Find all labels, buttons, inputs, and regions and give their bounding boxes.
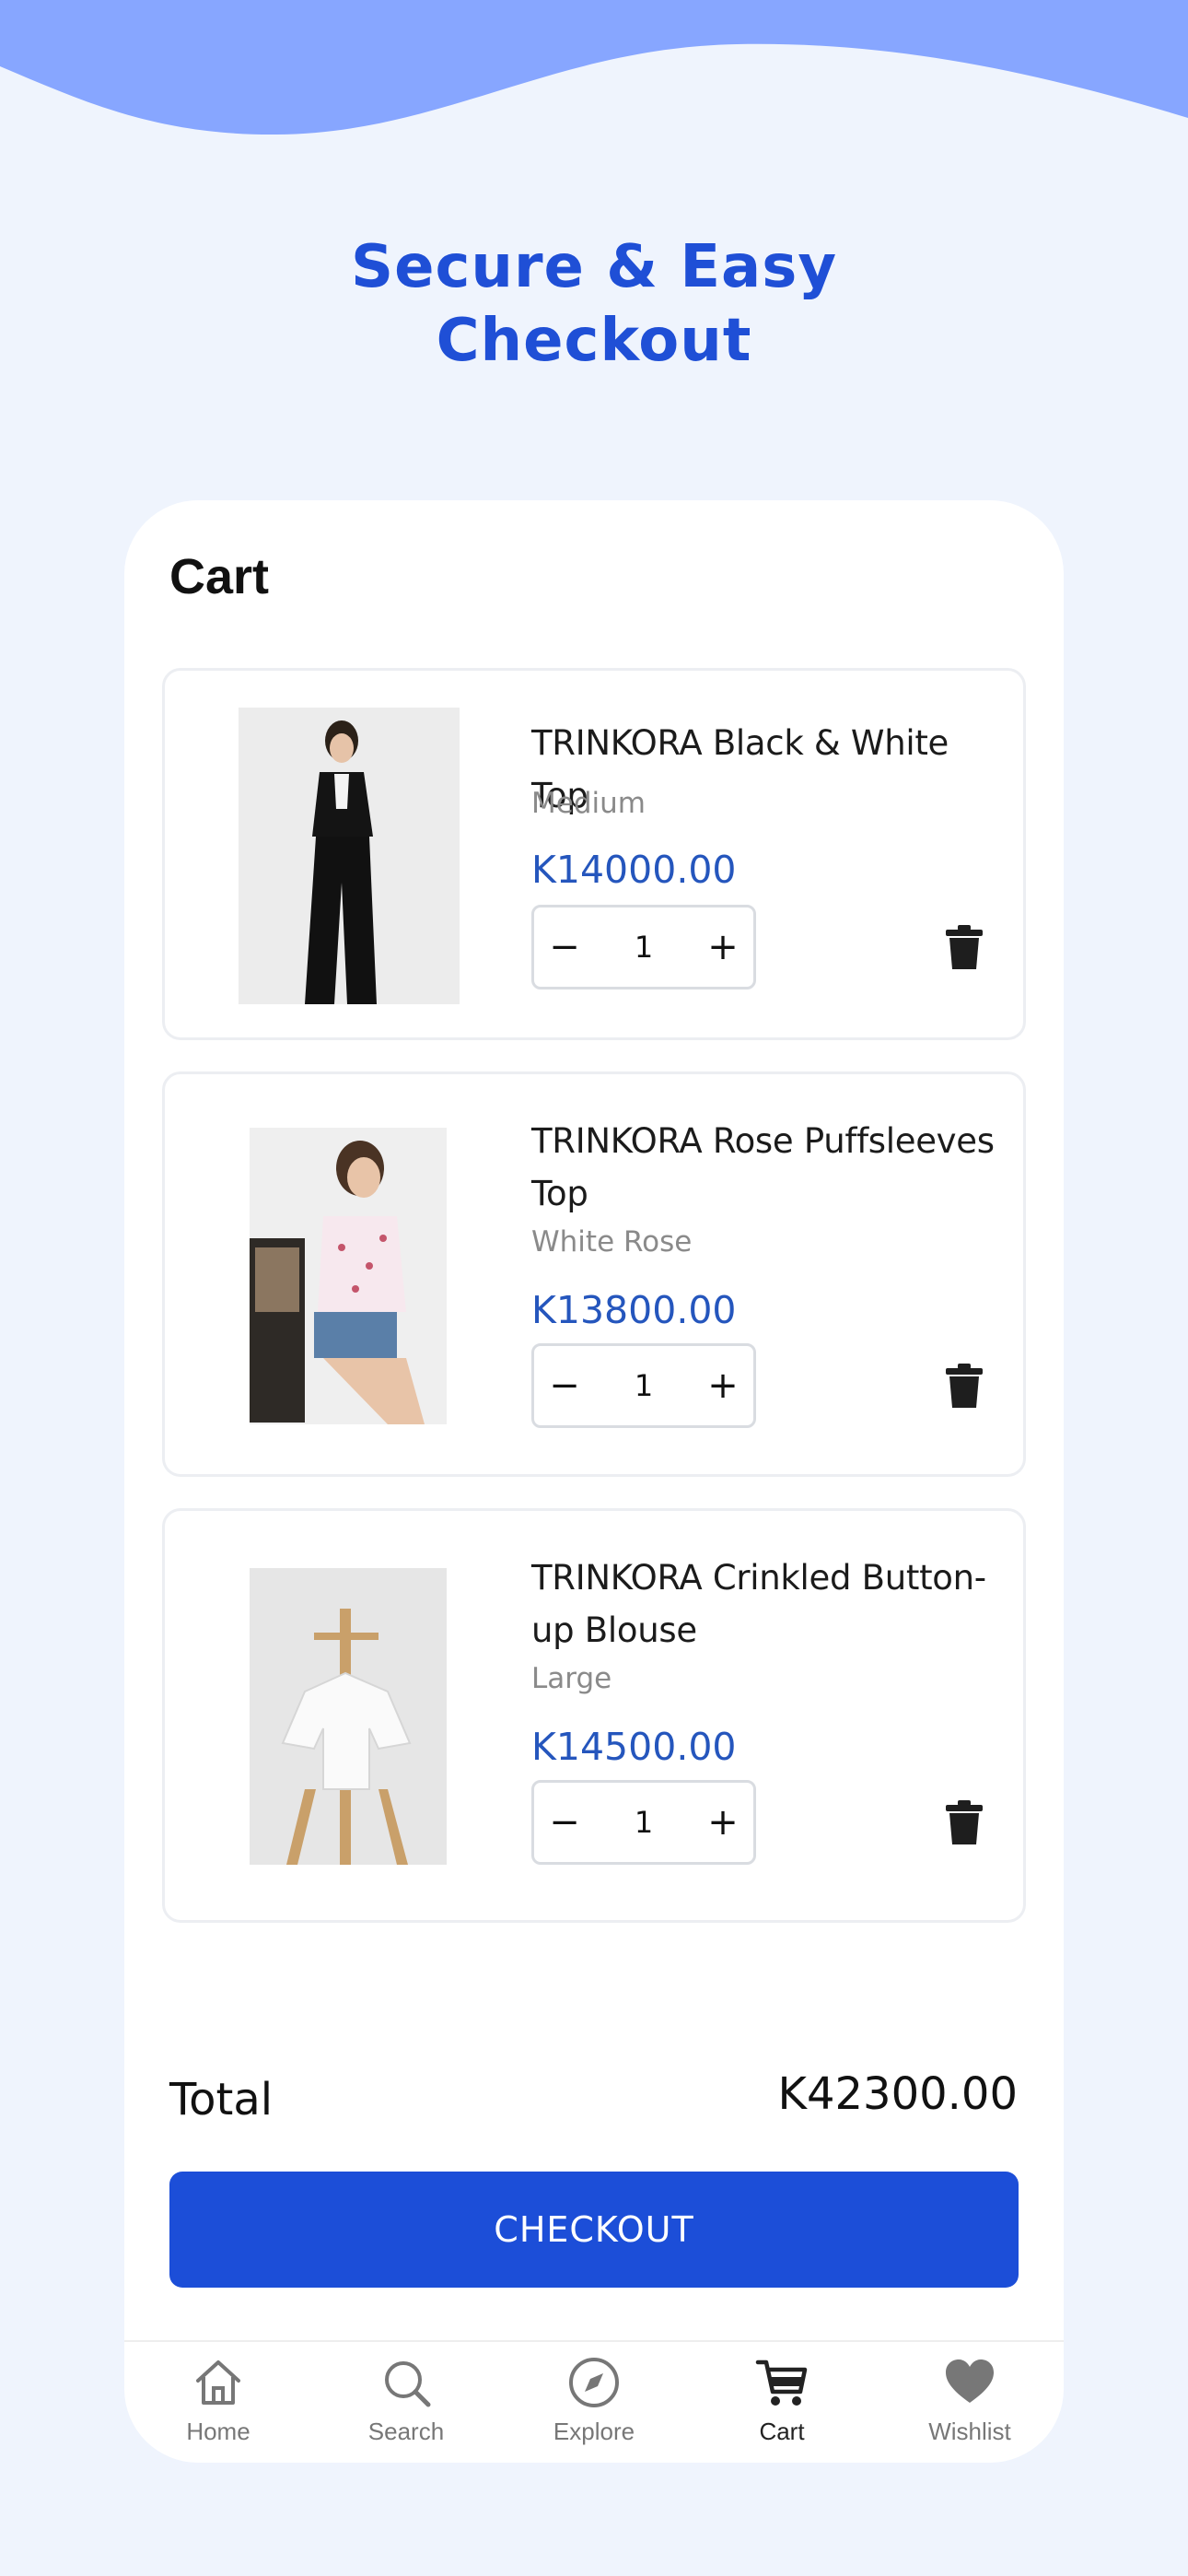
- delete-icon[interactable]: [946, 925, 983, 969]
- total-value: K42300.00: [777, 2068, 1018, 2120]
- phone-screen: Cart TRINKORA Black & White Top Medium K…: [124, 500, 1064, 2463]
- compass-icon: [569, 2358, 619, 2407]
- nav-label: Explore: [553, 2418, 635, 2445]
- item-variant: Large: [531, 1662, 612, 1695]
- headline-line-2: Checkout: [436, 307, 752, 375]
- search-icon: [385, 2361, 431, 2407]
- nav-label: Home: [186, 2418, 250, 2445]
- item-price: K14500.00: [531, 1725, 737, 1769]
- item-price: K14000.00: [531, 848, 737, 892]
- quantity-value: 1: [634, 1368, 654, 1403]
- heart-icon: [946, 2359, 994, 2403]
- item-variant: White Rose: [531, 1225, 693, 1259]
- nav-label: Wishlist: [928, 2418, 1011, 2445]
- item-name: TRINKORA Rose Puffsleeves Top: [531, 1121, 995, 1213]
- product-image[interactable]: [250, 1568, 447, 1865]
- quantity-stepper: − 1 +: [531, 905, 756, 989]
- header-wave: [0, 0, 1188, 135]
- page-title: Cart: [169, 549, 270, 604]
- item-price: K13800.00: [531, 1288, 737, 1332]
- bottom-navigation: Home Search Explore Cart Wishlist: [124, 2340, 1064, 2463]
- nav-label: Cart: [759, 2418, 805, 2445]
- increase-quantity-button[interactable]: +: [693, 907, 753, 987]
- cart-item: TRINKORA Black & White Top Medium K14000…: [162, 668, 1026, 1040]
- total-label: Total: [169, 2074, 274, 2125]
- promo-headline: Secure & Easy Checkout: [0, 230, 1188, 378]
- increase-quantity-button[interactable]: +: [693, 1783, 753, 1862]
- nav-item-home[interactable]: Home: [124, 2342, 312, 2463]
- quantity-value: 1: [634, 1805, 654, 1840]
- product-image[interactable]: [250, 1128, 447, 1424]
- nav-item-explore[interactable]: Explore: [500, 2342, 688, 2463]
- quantity-stepper: − 1 +: [531, 1780, 756, 1865]
- decrease-quantity-button[interactable]: −: [534, 907, 595, 987]
- nav-item-cart[interactable]: Cart: [688, 2342, 876, 2463]
- cart-icon: [755, 2359, 808, 2406]
- quantity-value: 1: [634, 930, 654, 965]
- headline-line-1: Secure & Easy: [350, 233, 838, 301]
- checkout-button[interactable]: CHECKOUT: [169, 2172, 1019, 2288]
- decrease-quantity-button[interactable]: −: [534, 1783, 595, 1862]
- item-variant: Medium: [531, 787, 646, 820]
- delete-icon[interactable]: [946, 1800, 983, 1844]
- nav-item-wishlist[interactable]: Wishlist: [876, 2342, 1064, 2463]
- increase-quantity-button[interactable]: +: [693, 1346, 753, 1425]
- decrease-quantity-button[interactable]: −: [534, 1346, 595, 1425]
- item-name: TRINKORA Crinkled Button-up Blouse: [531, 1558, 986, 1650]
- quantity-stepper: − 1 +: [531, 1343, 756, 1428]
- cart-item: TRINKORA Rose Puffsleeves Top White Rose…: [162, 1071, 1026, 1477]
- cart-item: TRINKORA Crinkled Button-up Blouse Large…: [162, 1508, 1026, 1923]
- nav-item-search[interactable]: Search: [312, 2342, 500, 2463]
- delete-icon[interactable]: [946, 1364, 983, 1408]
- nav-label: Search: [367, 2418, 445, 2445]
- home-icon: [196, 2360, 240, 2405]
- product-image[interactable]: [239, 708, 460, 1004]
